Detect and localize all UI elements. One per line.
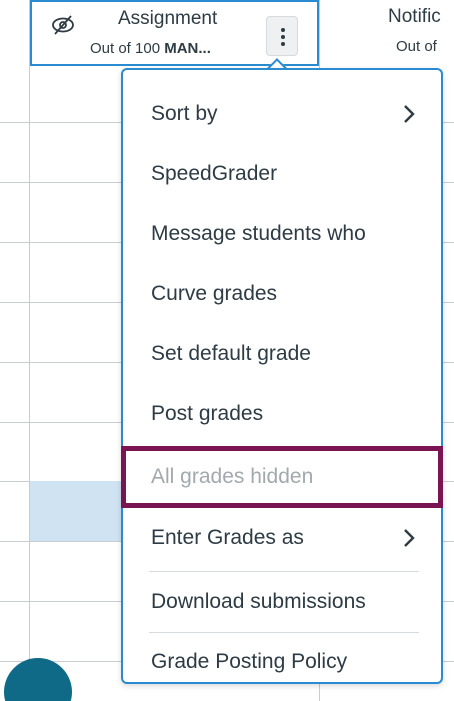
- points-text: Out of 100: [90, 40, 161, 57]
- menu-item-enter-grades-as[interactable]: Enter Grades as: [123, 509, 441, 567]
- menu-item-set-default-grade[interactable]: Set default grade: [123, 325, 441, 383]
- eye-slash-icon: [50, 14, 76, 36]
- menu-item-label: Enter Grades as: [151, 526, 304, 549]
- next-column-header[interactable]: Notific Out of: [322, 0, 454, 66]
- student-column-edge: [0, 0, 29, 701]
- next-column-points: Out of: [396, 38, 437, 55]
- column-options-menu: Sort by SpeedGrader Message students who…: [121, 68, 443, 684]
- menu-item-speedgrader[interactable]: SpeedGrader: [123, 145, 441, 203]
- menu-item-curve-grades[interactable]: Curve grades: [123, 265, 441, 323]
- assignment-column-title: Assignment: [118, 8, 218, 29]
- assignment-column-header[interactable]: Assignment Out of 100 MAN...: [30, 0, 319, 66]
- chevron-right-icon: [404, 105, 415, 123]
- grid-column-border: [29, 0, 30, 701]
- menu-item-label: SpeedGrader: [151, 162, 278, 185]
- assignment-column-points: Out of 100 MAN...: [90, 40, 211, 57]
- menu-item-label: Sort by: [151, 102, 218, 125]
- menu-item-label: Post grades: [151, 402, 264, 425]
- menu-item-sort-by[interactable]: Sort by: [123, 85, 441, 143]
- column-options-button[interactable]: [266, 16, 298, 56]
- menu-item-label: Message students who: [151, 222, 366, 245]
- menu-separator: [149, 571, 419, 572]
- menu-item-label: Grade Posting Policy: [151, 650, 348, 673]
- kebab-icon: [281, 28, 285, 46]
- menu-item-message-students[interactable]: Message students who: [123, 205, 441, 263]
- menu-item-download-submissions[interactable]: Download submissions: [123, 573, 441, 631]
- highlight-box: [121, 446, 443, 508]
- menu-item-label: Curve grades: [151, 282, 278, 305]
- menu-item-label: Set default grade: [151, 342, 311, 365]
- next-column-title: Notific: [388, 6, 441, 27]
- menu-item-label: Download submissions: [151, 590, 366, 613]
- chevron-right-icon: [404, 529, 415, 547]
- menu-item-post-grades[interactable]: Post grades: [123, 385, 441, 443]
- grading-type-text: MAN...: [164, 40, 211, 57]
- menu-item-grade-posting-policy[interactable]: Grade Posting Policy: [123, 633, 441, 691]
